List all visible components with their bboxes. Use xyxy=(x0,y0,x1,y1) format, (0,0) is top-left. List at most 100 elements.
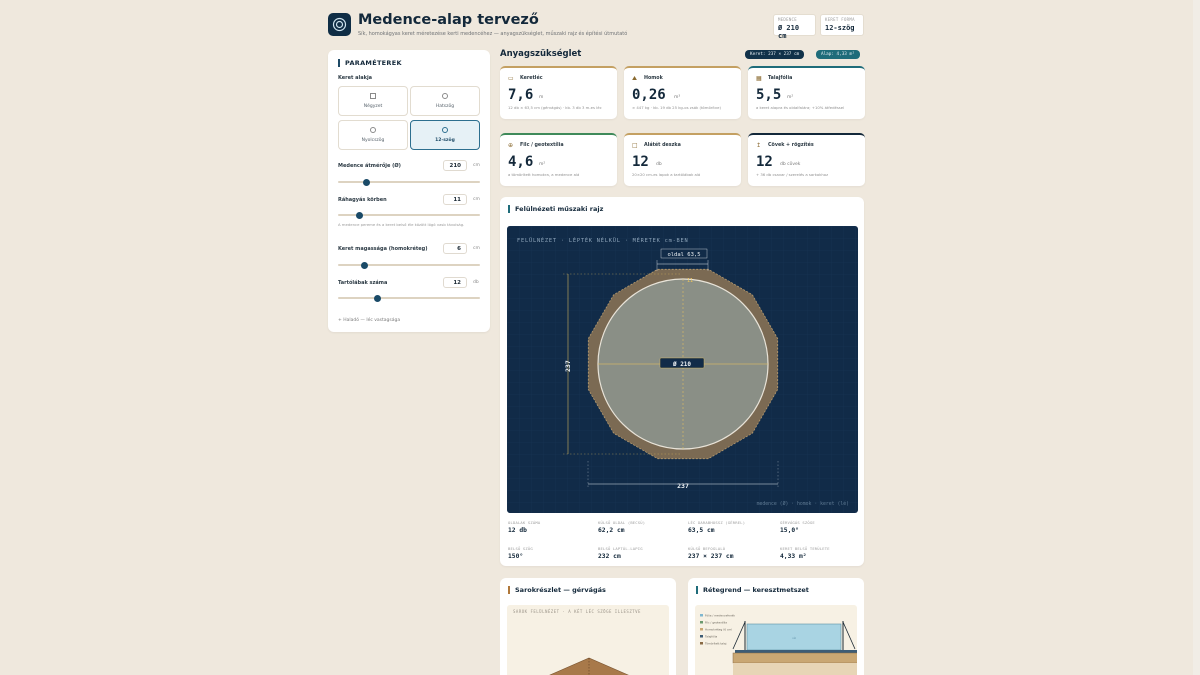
material-note: a keret alapra és oldalfalára; +10% átfe… xyxy=(756,105,845,110)
stat-inner-area: KERET BELSŐ TERÜLETE 4,33 m² xyxy=(780,546,830,560)
height-slider[interactable] xyxy=(338,261,480,269)
material-icon: □ xyxy=(632,142,638,149)
material-card: ⊕ Filc / geotextília 4,6 m² a tömörített hom… xyxy=(500,133,617,186)
corner-title: Sarokrészlet — gérvágás xyxy=(508,586,606,594)
material-card: ▭ Keretléc 7,6 m 12 db × 63,5 cm (gérvágás) … xyxy=(500,66,617,119)
diameter-label: Ø 210 xyxy=(672,361,691,368)
material-note: + 36 db csavar / szerelés a sarkokhoz xyxy=(756,172,829,177)
legend-item: Talajfólia xyxy=(704,634,717,638)
stat-label: KERET FORMA xyxy=(825,17,855,22)
square-icon xyxy=(370,93,376,99)
corner-caption: SAROK FELÜLNÉZET · A KÉT LÉC SZÖGE ILLES… xyxy=(513,609,641,614)
shape-button-square[interactable]: Négyzet xyxy=(338,86,408,116)
shape-name: Nyolcszög xyxy=(361,138,385,143)
legend-swatch xyxy=(700,621,703,624)
shape-name: Négyzet xyxy=(363,104,383,109)
layers-title: Rétegrend — keresztmetszet xyxy=(696,586,809,594)
legs-unit: db xyxy=(473,280,479,285)
slider-thumb[interactable] xyxy=(374,294,382,302)
legs-slider[interactable] xyxy=(338,294,480,302)
layers-panel: Rétegrend — keresztmetszet Fólia / meden… xyxy=(688,578,864,675)
material-unit: m² xyxy=(539,162,546,167)
corner-drawing: SAROK FELÜLNÉZET · A KÉT LÉC SZÖGE ILLES… xyxy=(507,605,669,675)
legend-swatch xyxy=(700,635,703,638)
material-note: ≈ 447 kg · kb. 19 db 25 kg-os zsák (tömö… xyxy=(632,105,721,110)
header-stat-frame: KERET FORMA 12-szög xyxy=(820,14,864,36)
corner-beams xyxy=(549,657,629,675)
stat-value: Ø 210 cm xyxy=(778,24,800,40)
material-unit: db cövek xyxy=(780,162,801,167)
drawing-legend: medence (Ø) · homok · keret (lé) xyxy=(757,500,849,507)
stat-outer-side: KÜLSŐ OLDAL (BECSÜ) 62,2 cm xyxy=(598,520,646,534)
height-unit: cm xyxy=(473,246,480,251)
material-icon: ⊕ xyxy=(508,142,514,149)
shape-label: Keret alakja xyxy=(338,75,373,81)
slider-thumb[interactable] xyxy=(362,178,370,186)
header-stat-pool: MEDENCE Ø 210 cm xyxy=(773,14,816,40)
shape-button-dodecagon[interactable]: 12-szög xyxy=(410,120,480,150)
material-unit: m³ xyxy=(674,95,681,100)
material-title: Homok xyxy=(644,76,663,81)
legend-item: Fólia / medencefenék xyxy=(705,613,735,617)
shape-button-hexagon[interactable]: Hatszög xyxy=(410,86,480,116)
material-card: □ Alátét deszka 12 db 20×20 cm-es lapok a ta… xyxy=(624,133,741,186)
overhang-label: Ráhagyás körben xyxy=(338,197,387,203)
material-value: 12 xyxy=(756,154,773,170)
technical-drawing: FELÜLNÉZET · LÉPTÉK NÉLKÜL · MÉRETEK cm-… xyxy=(507,226,858,513)
cross-section-drawing: Fólia / medencefenék Filc / geotextília … xyxy=(695,605,857,675)
overhang-hint: A medence pereme és a keret belső éle kö… xyxy=(338,222,465,227)
frame-size-chip: Keret: 237 × 237 cm xyxy=(745,50,805,59)
material-icon: ⛰ xyxy=(632,75,638,82)
stat-sides: OLDALAK SZÁMA 12 db xyxy=(508,520,541,534)
height-label: Keret magassága (homokréteg) xyxy=(338,246,428,252)
legend-swatch xyxy=(700,628,703,631)
drawing-caption: FELÜLNÉZET · LÉPTÉK NÉLKÜL · MÉRETEK cm-… xyxy=(517,236,689,244)
overhang-slider[interactable] xyxy=(338,211,480,219)
material-card: ↥ Cövek + rögzítés 12 db cövek + 36 db csava… xyxy=(748,133,865,186)
diameter-label: Medence átmérője (Ø) xyxy=(338,163,401,169)
page-scrollbar[interactable] xyxy=(1193,0,1200,675)
legend-item: Homokréteg (6 cm) xyxy=(705,627,732,631)
material-title: Talajfólia xyxy=(768,76,793,81)
legs-input[interactable]: 12 xyxy=(443,277,467,288)
octagon-icon xyxy=(370,127,376,133)
advanced-toggle[interactable]: + Haladó — léc vastagsága xyxy=(338,318,400,323)
page-title: Medence-alap tervező xyxy=(358,12,539,28)
corner-detail-panel: Sarokrészlet — gérvágás SAROK FELÜLNÉZET… xyxy=(500,578,676,675)
height-label: 237 xyxy=(564,360,572,372)
stat-miter-angle: GÉRVÁGÁS SZÖGE 15,0° xyxy=(780,520,815,534)
material-unit: db xyxy=(656,162,662,167)
material-title: Alátét deszka xyxy=(644,143,681,148)
material-card: ▦ Talajfólia 5,5 m² a keret alapra és oldalf… xyxy=(748,66,865,119)
height-input[interactable]: 6 xyxy=(443,243,467,254)
overhang-input[interactable]: 11 xyxy=(443,194,467,205)
stat-flat-to-flat: BELSŐ LAPTÓL-LAPIG 232 cm xyxy=(598,546,643,560)
water-label: víz xyxy=(792,636,796,640)
slider-thumb[interactable] xyxy=(361,261,369,269)
shape-button-octagon[interactable]: Nyolcszög xyxy=(338,120,408,150)
drawing-svg: FELÜLNÉZET · LÉPTÉK NÉLKÜL · MÉRETEK cm-… xyxy=(507,226,858,513)
overhang-unit: cm xyxy=(473,197,480,202)
legs-label: Tartólábak száma xyxy=(338,280,388,286)
diameter-slider[interactable] xyxy=(338,178,480,186)
stat-piece-length: LÉC DARABHOSSZ (GÉRREL) 63,5 cm xyxy=(688,520,746,534)
page-subtitle: Sík, homokágyas keret méretezése kerti m… xyxy=(358,31,628,37)
material-title: Filc / geotextília xyxy=(520,143,564,148)
shape-name: Hatszög xyxy=(435,104,455,109)
dodecagon-icon xyxy=(442,127,448,133)
stat-label: MEDENCE xyxy=(778,17,797,22)
legend-item: Tömörített talaj xyxy=(704,641,727,645)
diameter-input[interactable]: 210 xyxy=(443,160,467,171)
shape-name: 12-szög xyxy=(435,138,455,143)
material-unit: m² xyxy=(787,95,794,100)
layer-soil xyxy=(733,663,857,675)
stat-inner-angle: BELSŐ SZÖG 150° xyxy=(508,546,533,560)
material-note: 12 db × 63,5 cm (gérvágás) · kb. 3 db 3 … xyxy=(508,105,602,110)
app-logo-icon xyxy=(328,13,351,36)
legend-item: Filc / geotextília xyxy=(705,620,727,624)
layer-liner xyxy=(735,650,857,653)
material-title: Cövek + rögzítés xyxy=(768,143,814,148)
material-note: a tömörített homokra, a medence alá xyxy=(508,172,580,177)
slider-thumb[interactable] xyxy=(355,211,363,219)
material-card: ⛰ Homok 0,26 m³ ≈ 447 kg · kb. 19 db 25 kg-o… xyxy=(624,66,741,119)
